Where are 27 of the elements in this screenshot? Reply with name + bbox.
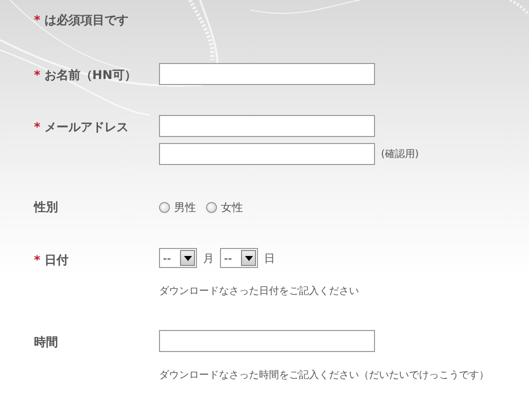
- confirm-note: (確認用): [381, 148, 419, 161]
- radio-button[interactable]: [206, 202, 217, 212]
- field-label: 日付: [44, 252, 68, 269]
- dropdown-arrow-icon: [244, 256, 252, 260]
- dropdown-arrow-icon: [184, 256, 192, 260]
- dropdown-select[interactable]: --: [159, 248, 197, 268]
- dropdown-select[interactable]: --: [220, 248, 258, 268]
- field-label: 時間: [34, 334, 58, 351]
- text-input[interactable]: [159, 330, 375, 352]
- email-input[interactable]: [159, 115, 375, 137]
- hint-text: ダウンロードなさった日付をご記入ください: [159, 284, 360, 298]
- email-confirm-input[interactable]: [159, 143, 375, 165]
- radio-label: 女性: [221, 200, 243, 214]
- field-label: 性別: [34, 199, 58, 216]
- hint-text: ダウンロードなさった時間をご記入ください（だいたいでけっこうです）: [159, 368, 490, 382]
- required-mark: *: [34, 13, 40, 27]
- required-mark: *: [34, 120, 40, 134]
- required-note: は必須項目です: [44, 12, 128, 29]
- required-mark: *: [34, 253, 40, 267]
- required-mark: *: [34, 68, 40, 82]
- field-label: メールアドレス: [44, 119, 128, 136]
- text-input[interactable]: [159, 63, 375, 85]
- radio-button[interactable]: [159, 202, 170, 212]
- unit-label: 日: [264, 250, 275, 266]
- radio-label: 男性: [174, 200, 196, 214]
- unit-label: 月: [203, 250, 214, 266]
- field-label: お名前（HN可）: [44, 67, 136, 84]
